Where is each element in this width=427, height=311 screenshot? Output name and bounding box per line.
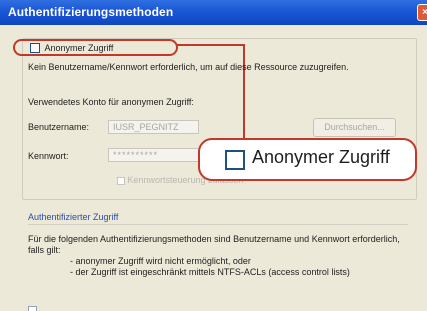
checkbox-box[interactable]: [28, 306, 37, 311]
section-divider: [28, 224, 408, 225]
checkbox-box[interactable]: [117, 176, 125, 185]
username-label: Benutzername:: [28, 122, 90, 132]
callout-connector-horizontal: [176, 44, 245, 46]
cut-off-option-row: [28, 306, 408, 311]
username-field[interactable]: IUSR_PEGNITZ: [108, 120, 199, 134]
title-bar[interactable]: Authentifizierungsmethoden ×: [0, 0, 427, 25]
browse-button[interactable]: Durchsuchen...: [313, 118, 396, 137]
authenticated-access-title: Authentifizierter Zugriff: [28, 212, 119, 222]
zoom-callout: Anonymer Zugriff: [198, 138, 417, 181]
password-label: Kennwort:: [28, 151, 69, 161]
callout-checkbox: [225, 150, 245, 170]
dialog-content: Anonymer Zugriff Kein Benutzername/Kennw…: [0, 25, 427, 311]
callout-label: Anonymer Zugriff: [252, 147, 390, 167]
password-field[interactable]: **********: [108, 148, 199, 162]
close-button[interactable]: ×: [417, 4, 427, 21]
account-label: Verwendetes Konto für anonymen Zugriff:: [28, 97, 194, 107]
bullet-item: - der Zugriff ist eingeschränkt mittels …: [70, 267, 350, 277]
anonymous-access-checkbox[interactable]: Anonymer Zugriff: [30, 42, 113, 53]
callout-connector-vertical: [243, 44, 245, 140]
auth-methods-dialog: Authentifizierungsmethoden × Anonymer Zu…: [0, 0, 427, 311]
anonymous-description: Kein Benutzername/Kennwort erforderlich,…: [28, 62, 349, 72]
authenticated-bullets: - anonymer Zugriff wird nicht ermöglicht…: [70, 256, 350, 278]
bullet-item: - anonymer Zugriff wird nicht ermöglicht…: [70, 256, 251, 266]
window-title: Authentifizierungsmethoden: [8, 5, 174, 19]
anonymous-access-label: Anonymer Zugriff: [44, 42, 114, 53]
authenticated-paragraph: Für die folgenden Authentifizierungsmeth…: [28, 234, 400, 255]
checkbox-box[interactable]: [30, 42, 40, 53]
